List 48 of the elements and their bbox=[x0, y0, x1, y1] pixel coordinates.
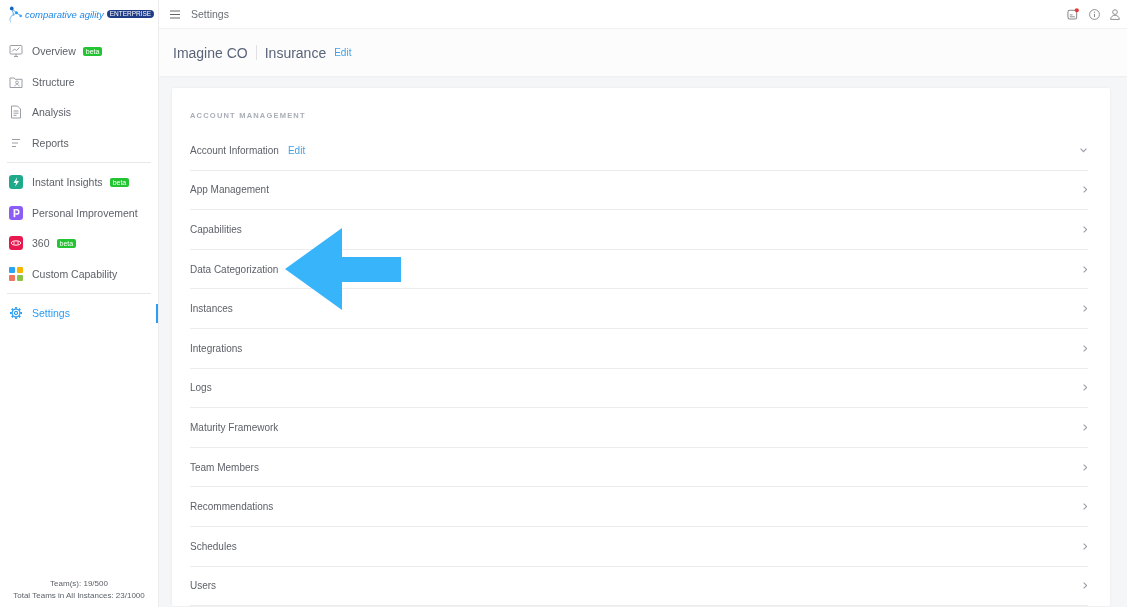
note-icon[interactable] bbox=[1067, 8, 1079, 20]
settings-link[interactable]: Schedules bbox=[190, 540, 237, 552]
nav-item[interactable]: Reports bbox=[0, 127, 158, 158]
settings-link[interactable]: Recommendations bbox=[190, 501, 274, 513]
chevron-right-icon[interactable] bbox=[1082, 582, 1087, 590]
organization-name: Imagine CO bbox=[173, 44, 248, 61]
logo-icon bbox=[8, 5, 23, 23]
chevron-right-icon[interactable] bbox=[1082, 463, 1087, 471]
page-title: Settings bbox=[191, 8, 229, 20]
four-squares-icon bbox=[9, 266, 23, 281]
chevron-right-icon[interactable] bbox=[1082, 305, 1087, 313]
monitor-chart-icon bbox=[9, 44, 23, 59]
user-icon[interactable] bbox=[1110, 8, 1120, 20]
chevron-right-icon[interactable] bbox=[1082, 423, 1087, 431]
settings-link[interactable]: Account Information bbox=[190, 144, 279, 156]
eye-tile-icon bbox=[9, 236, 23, 251]
menu-icon[interactable] bbox=[170, 9, 180, 19]
settings-link[interactable]: Capabilities bbox=[190, 224, 242, 235]
nav-item[interactable]: Custom Capability bbox=[0, 258, 158, 289]
nav-item[interactable]: Analysis bbox=[0, 97, 158, 128]
settings-link[interactable]: Logs bbox=[190, 382, 212, 394]
chevron-down-icon[interactable] bbox=[1080, 148, 1087, 153]
logo-text: comparative agility bbox=[25, 8, 104, 20]
nav-item[interactable]: Structure bbox=[0, 66, 158, 97]
chevron-right-icon[interactable] bbox=[1082, 265, 1087, 273]
chevron-right-icon[interactable] bbox=[1082, 226, 1087, 233]
letter-tile-icon bbox=[9, 205, 23, 220]
settings-link[interactable]: Maturity Framework bbox=[190, 421, 279, 433]
chevron-right-icon[interactable] bbox=[1082, 384, 1087, 392]
settings-link[interactable]: Users bbox=[190, 580, 217, 592]
chevron-right-icon[interactable] bbox=[1082, 344, 1087, 352]
lightning-tile-icon bbox=[9, 175, 23, 190]
chevron-right-icon[interactable] bbox=[1082, 542, 1087, 550]
settings-link[interactable]: Team Members bbox=[190, 461, 259, 473]
info-icon[interactable] bbox=[1089, 8, 1100, 20]
folder-person-icon bbox=[9, 74, 23, 89]
workspace-name: Insurance bbox=[264, 44, 327, 61]
settings-link[interactable]: App Management bbox=[190, 184, 269, 196]
settings-icon bbox=[9, 306, 23, 321]
nav-item[interactable]: Personal Improvement bbox=[0, 197, 158, 228]
settings-link[interactable]: Instances bbox=[190, 303, 233, 315]
footer-text: Total Teams in All Instances: 23/1000 bbox=[12, 590, 146, 602]
settings-link[interactable]: Data Categorization bbox=[190, 263, 279, 275]
chevron-right-icon[interactable] bbox=[1082, 503, 1087, 511]
document-icon bbox=[9, 105, 23, 120]
chevron-right-icon[interactable] bbox=[1082, 186, 1087, 194]
footer-text: Team(s): 19/500 bbox=[49, 578, 109, 590]
settings-link[interactable]: Integrations bbox=[190, 342, 243, 354]
